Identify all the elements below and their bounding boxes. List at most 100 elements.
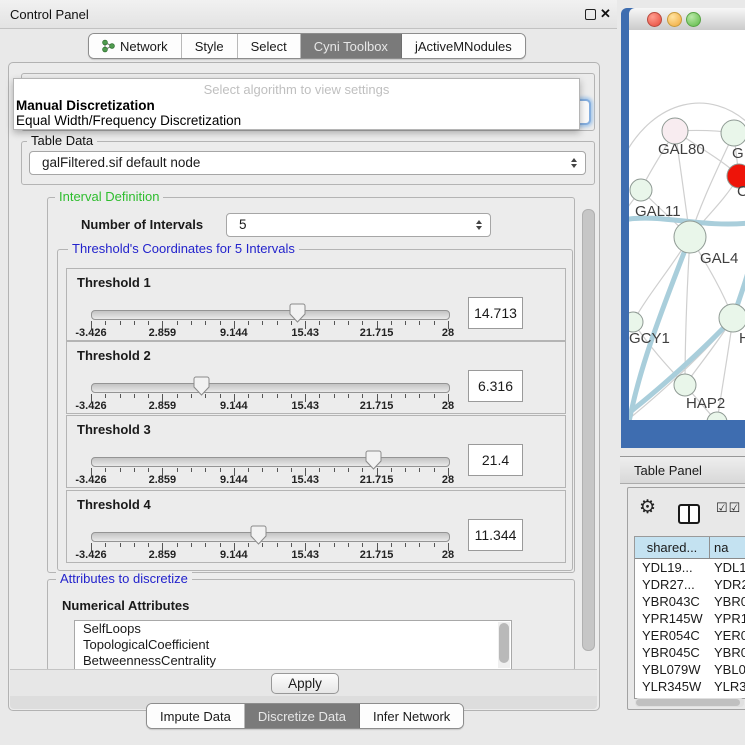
zoom-traffic-light-icon[interactable] <box>686 12 701 27</box>
node-label: GCY1 <box>629 330 670 347</box>
table-data-combo[interactable]: galFiltered.sif default node <box>29 151 586 175</box>
list-item[interactable]: SelfLoops <box>75 621 511 637</box>
slider-thumb[interactable] <box>365 450 382 470</box>
tick-label: 21.715 <box>360 400 394 412</box>
tab-label: Style <box>195 39 224 54</box>
table-row[interactable]: YBR043CYBR0 <box>635 593 745 610</box>
cell-name: YER0 <box>709 627 745 644</box>
tab-impute-data[interactable]: Impute Data <box>147 704 245 728</box>
cell-name: YPR1 <box>709 610 745 627</box>
popup-hint-item[interactable]: Select algorithm to view settings <box>14 82 579 97</box>
tick-label: -3.426 <box>75 549 106 561</box>
popup-item-equal-width-frequency[interactable]: Equal Width/Frequency Discretization <box>16 113 241 128</box>
network-node[interactable] <box>674 374 696 396</box>
node-label: C <box>737 183 745 200</box>
tick-label: 9.144 <box>220 549 248 561</box>
main-scrollbar[interactable] <box>581 187 594 669</box>
gear-icon[interactable]: ⚙ <box>639 496 656 519</box>
number-of-intervals-label: Number of Intervals <box>81 213 203 237</box>
network-node[interactable] <box>719 304 745 332</box>
numerical-attributes-list: SelfLoopsTopologicalCoefficientBetweenne… <box>74 620 512 669</box>
combo-stepper-icon <box>571 158 577 168</box>
slider-track[interactable] <box>91 383 450 393</box>
threshold-title: Threshold 4 <box>77 497 151 512</box>
tick-label: 28 <box>442 474 454 486</box>
slider-track[interactable] <box>91 532 450 542</box>
close-traffic-light-icon[interactable] <box>647 12 662 27</box>
apply-button[interactable]: Apply <box>271 673 339 694</box>
list-item[interactable]: TopologicalCoefficient <box>75 637 511 653</box>
network-node[interactable] <box>674 221 706 253</box>
table-hscrollbar[interactable] <box>635 698 744 707</box>
numerical-attributes-label: Numerical Attributes <box>62 598 189 613</box>
list-scrollbar[interactable] <box>498 622 510 668</box>
close-icon[interactable]: ✕ <box>600 6 611 22</box>
list-item[interactable]: BetweennessCentrality <box>75 653 511 669</box>
network-view-window: GAL80GCGAL11GAL4GCY1HHAP2 <box>621 8 745 448</box>
interval-definition-title: Interval Definition <box>55 190 163 204</box>
table-row[interactable]: YDR27...YDR2 <box>635 576 745 593</box>
tab-style[interactable]: Style <box>182 34 238 58</box>
table-row[interactable]: YPR145WYPR1 <box>635 610 745 627</box>
table-row[interactable]: YBL079WYBL0 <box>635 661 745 678</box>
number-of-intervals-combo[interactable]: 5 <box>226 213 491 237</box>
column-header-name[interactable]: na <box>710 537 745 558</box>
slider-thumb[interactable] <box>250 525 267 545</box>
tick-label: 15.43 <box>291 327 319 339</box>
threshold-value-field[interactable]: 14.713 <box>468 297 523 329</box>
tab-infer-network[interactable]: Infer Network <box>360 704 463 728</box>
tab-select[interactable]: Select <box>238 34 301 58</box>
list-scrollbar-thumb[interactable] <box>499 623 509 663</box>
algorithm-dropdown-popup: Select algorithm to view settings Manual… <box>13 78 580 130</box>
node-table: shared... na YDL19...YDL1YDR27...YDR2YBR… <box>634 536 745 699</box>
tab-jactivemnodules[interactable]: jActiveMNodules <box>402 34 525 58</box>
network-canvas[interactable]: GAL80GCGAL11GAL4GCY1HHAP2 <box>629 30 745 420</box>
node-label: G <box>732 145 744 162</box>
tick-label: 9.144 <box>220 400 248 412</box>
slider-track[interactable] <box>91 457 450 467</box>
cell-name: YLR3 <box>709 678 745 695</box>
cell-shared-name: YLR345W <box>635 678 709 695</box>
table-row[interactable]: YER054CYER0 <box>635 627 745 644</box>
select-columns-checkboxes-icon[interactable]: ☑☑ <box>716 500 741 516</box>
slider-thumb[interactable] <box>193 376 210 396</box>
node-label: GAL80 <box>658 141 705 158</box>
cell-shared-name: YDL19... <box>635 559 709 576</box>
tab-network[interactable]: Network <box>89 34 182 58</box>
table-row[interactable]: YDL19...YDL1 <box>635 559 745 576</box>
network-node[interactable] <box>630 179 652 201</box>
slider-track[interactable] <box>91 310 450 320</box>
tick-label: 2.859 <box>149 474 177 486</box>
cell-name: YDL1 <box>709 559 745 576</box>
split-columns-icon[interactable] <box>678 504 700 524</box>
network-node[interactable] <box>629 312 643 332</box>
table-row[interactable]: YBR045CYBR0 <box>635 644 745 661</box>
tab-label: Infer Network <box>373 709 450 724</box>
tab-label: jActiveMNodules <box>415 39 512 54</box>
tab-discretize-data[interactable]: Discretize Data <box>245 704 360 728</box>
tab-label: Network <box>120 39 168 54</box>
slider-thumb[interactable] <box>289 303 306 323</box>
threshold-value-field[interactable]: 6.316 <box>468 370 523 402</box>
tab-label: Select <box>251 39 287 54</box>
table-panel-titlebar: Table Panel <box>620 456 745 484</box>
tab-cyni-toolbox[interactable]: Cyni Toolbox <box>301 34 402 58</box>
cyni-toolbox-panel: Discretization Algorithm Table Data galF… <box>8 62 600 711</box>
threshold-title: Threshold 3 <box>77 422 151 437</box>
tick-label: 21.715 <box>360 549 394 561</box>
network-icon <box>102 39 115 53</box>
minimize-traffic-light-icon[interactable] <box>667 12 682 27</box>
popup-item-manual-discretization[interactable]: Manual Discretization <box>16 98 155 113</box>
tick-label: -3.426 <box>75 400 106 412</box>
table-hscrollbar-thumb[interactable] <box>636 699 740 706</box>
cell-name: YBR0 <box>709 593 745 610</box>
threshold-value-field[interactable]: 21.4 <box>468 444 523 476</box>
main-scrollbar-thumb[interactable] <box>582 209 595 651</box>
table-row[interactable]: YLR345WYLR3 <box>635 678 745 695</box>
threshold-value-field[interactable]: 11.344 <box>468 519 523 551</box>
float-window-icon[interactable] <box>585 9 596 20</box>
threshold-panel-4: Threshold 4-3.4262.8599.14415.4321.71528… <box>66 490 566 563</box>
network-node[interactable] <box>721 120 745 146</box>
tick-label: -3.426 <box>75 327 106 339</box>
column-header-shared-name[interactable]: shared... <box>635 537 710 558</box>
